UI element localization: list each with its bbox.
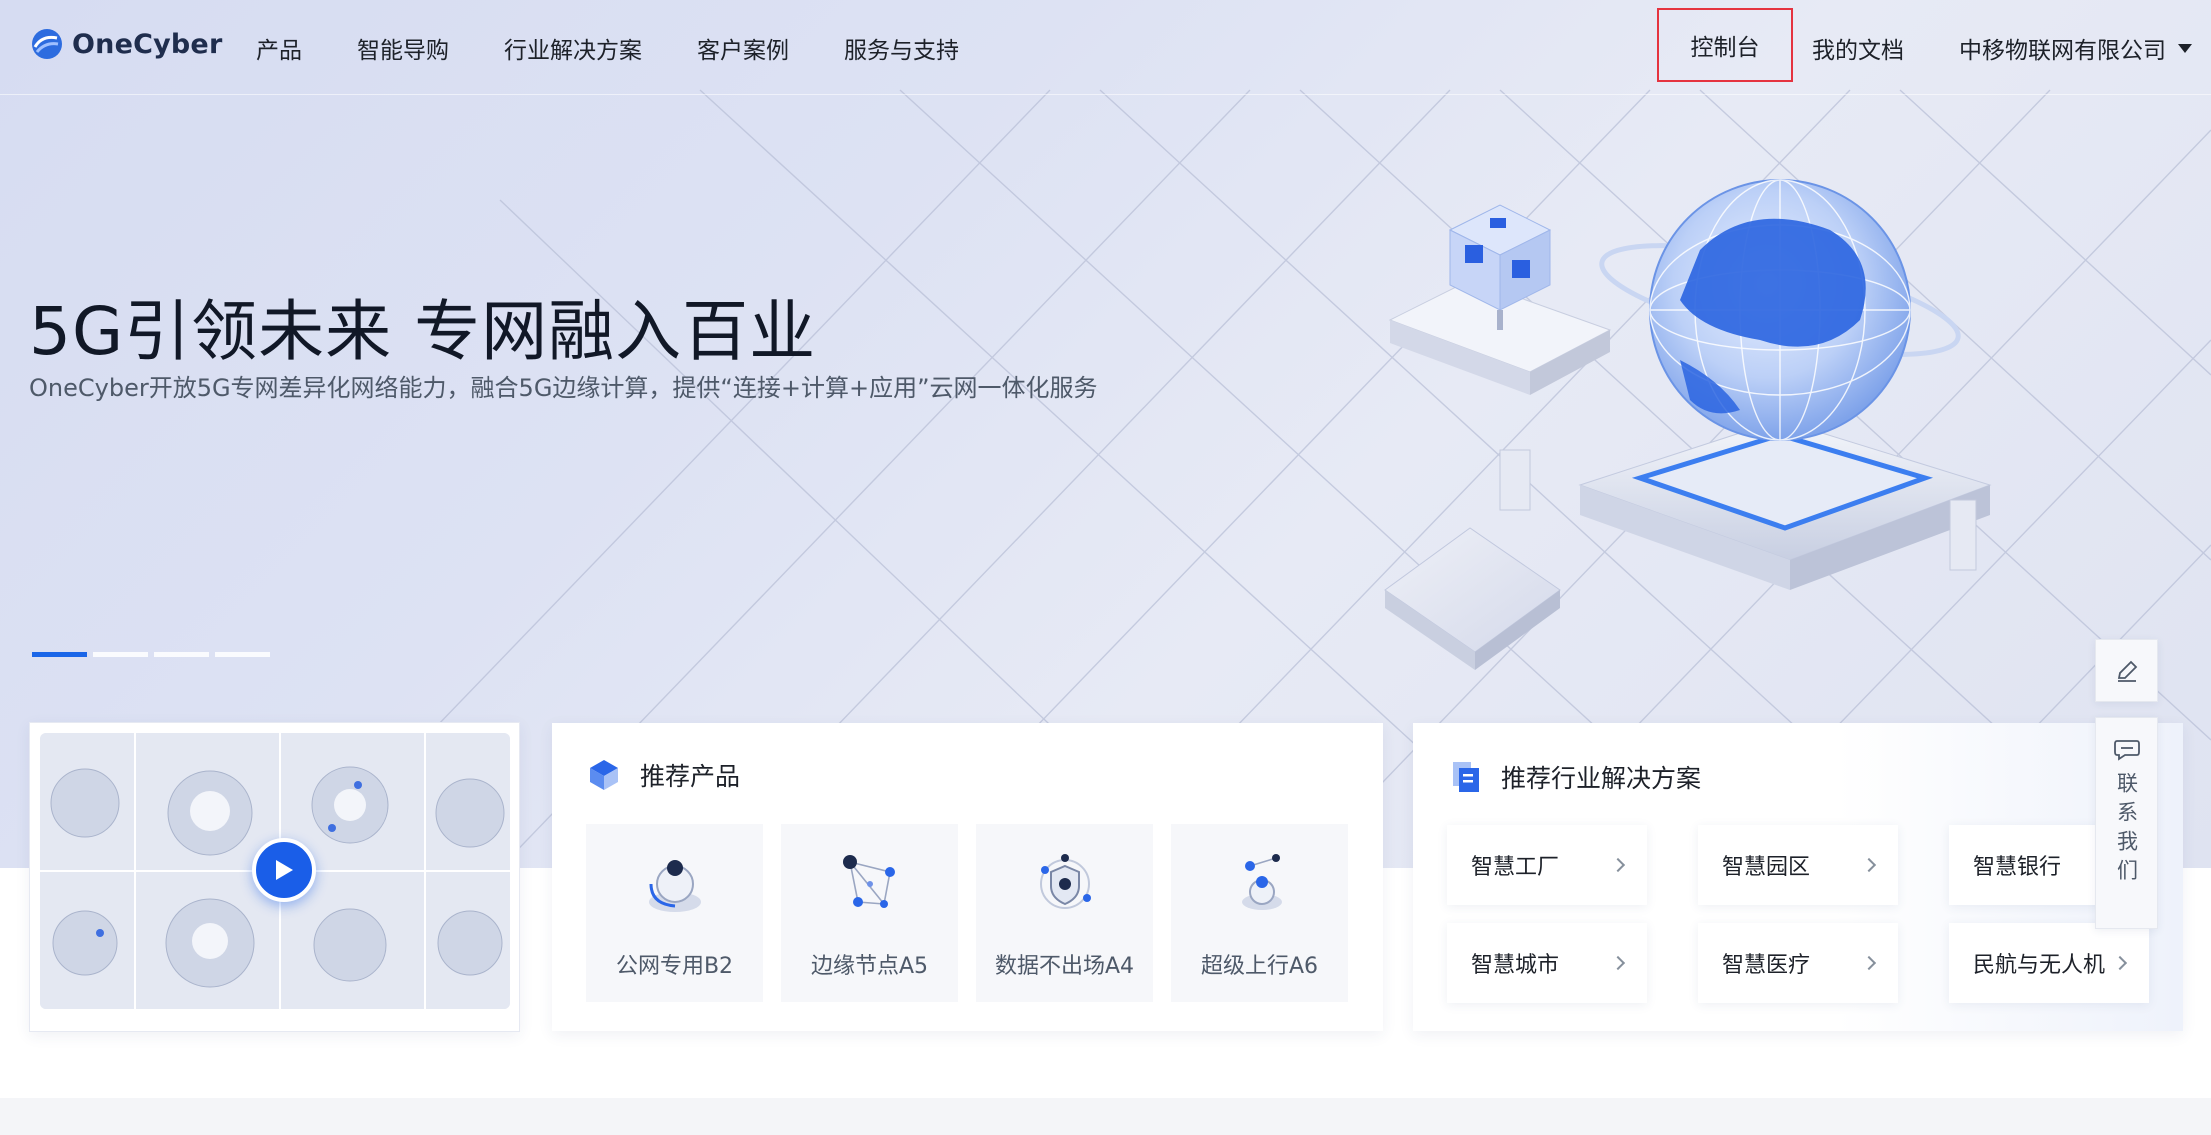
solution-label: 智慧工厂 — [1471, 855, 1560, 880]
logo-icon — [32, 29, 62, 59]
chevron-right-icon — [2112, 955, 2128, 971]
top-navbar: OneCyber 产品 智能导购 行业解决方案 客户案例 服务与支持 控制台 我… — [0, 0, 2211, 95]
solution-item[interactable]: 智慧医疗 — [1698, 923, 1898, 1003]
chevron-right-icon — [1861, 857, 1877, 873]
main-nav: 产品 智能导购 行业解决方案 客户案例 服务与支持 — [256, 0, 1014, 95]
product-cube-icon — [590, 760, 618, 790]
carousel-dot[interactable] — [93, 652, 148, 657]
caret-down-icon — [2178, 43, 2192, 53]
hero-title: 5G引领未来 专网融入百业 — [29, 293, 817, 370]
carousel-dot[interactable] — [215, 652, 270, 657]
product-item[interactable]: 数据不出场A4 — [976, 824, 1153, 1002]
chevron-right-icon — [1610, 857, 1626, 873]
contact-us-button[interactable]: 联系我们 — [2095, 717, 2158, 929]
solution-item[interactable]: 民航与无人机 — [1949, 923, 2149, 1003]
product-label: 数据不出场A4 — [994, 954, 1135, 979]
products-title: 推荐产品 — [640, 762, 741, 791]
product-item[interactable]: 超级上行A6 — [1171, 824, 1348, 1002]
my-docs-link[interactable]: 我的文档 — [1812, 31, 1904, 65]
solution-grid: 智慧工厂 智慧园区 智慧银行 智慧城市 智慧医疗 民航与无人机 — [1447, 825, 2149, 1003]
camera-device-icon — [648, 860, 701, 912]
company-name: 中移物联网有限公司 — [1959, 38, 2166, 64]
edit-icon — [2117, 660, 2137, 682]
chevron-right-icon — [1610, 955, 1626, 971]
solution-item[interactable]: 智慧园区 — [1698, 825, 1898, 905]
nav-link-industry-solutions[interactable]: 行业解决方案 — [504, 31, 642, 65]
video-card — [29, 722, 520, 1032]
nav-link-customer-cases[interactable]: 客户案例 — [697, 31, 789, 65]
upload-orb-icon — [1241, 854, 1282, 910]
company-dropdown[interactable]: 中移物联网有限公司 — [1959, 31, 2192, 65]
console-button[interactable]: 控制台 — [1657, 8, 1793, 82]
logo-text: OneCyber — [72, 28, 223, 60]
data-shield-icon — [1039, 854, 1091, 909]
hero-subtitle: OneCyber开放5G专网差异化网络能力，融合5G边缘计算，提供“连接+计算+… — [29, 374, 1098, 402]
chevron-right-icon — [1861, 955, 1877, 971]
carousel-indicators — [32, 652, 270, 657]
solution-item[interactable]: 智慧城市 — [1447, 923, 1647, 1003]
contact-us-label: 联系我们 — [2114, 772, 2139, 888]
recommended-products-card: 推荐产品 公网专用B2 边缘节点A5 数据不出场A4 超级上行A6 — [552, 723, 1383, 1031]
solution-label: 智慧医疗 — [1722, 953, 1811, 978]
solution-label: 智慧园区 — [1722, 855, 1811, 880]
video-thumbnail[interactable] — [40, 733, 510, 1009]
product-item[interactable]: 公网专用B2 — [586, 824, 763, 1002]
footer-strip — [0, 1098, 2211, 1135]
product-label: 超级上行A6 — [1200, 954, 1319, 979]
solution-item[interactable]: 智慧工厂 — [1447, 825, 1647, 905]
product-label: 公网专用B2 — [615, 954, 734, 979]
node-network-icon — [842, 855, 895, 908]
card-header: 推荐行业解决方案 — [1449, 758, 1701, 796]
product-list: 公网专用B2 边缘节点A5 数据不出场A4 超级上行A6 — [586, 824, 1348, 1002]
document-stack-icon — [1453, 762, 1479, 792]
recommended-solutions-card: 推荐行业解决方案 智慧工厂 智慧园区 智慧银行 智慧城市 智慧医疗 民航与无人机 — [1413, 723, 2183, 1031]
play-icon — [276, 860, 293, 880]
play-button[interactable] — [252, 838, 316, 902]
nav-link-service-support[interactable]: 服务与支持 — [844, 31, 959, 65]
card-header: 推荐产品 — [586, 756, 740, 794]
chat-bubble-icon — [2113, 740, 2140, 761]
carousel-dot[interactable] — [32, 652, 87, 657]
logo[interactable]: OneCyber — [30, 27, 222, 61]
feedback-button[interactable] — [2095, 639, 2158, 702]
product-label: 边缘节点A5 — [810, 954, 929, 979]
solution-label: 智慧城市 — [1471, 953, 1560, 978]
solution-label: 民航与无人机 — [1973, 953, 2106, 978]
nav-link-products[interactable]: 产品 — [256, 31, 302, 65]
product-item[interactable]: 边缘节点A5 — [781, 824, 958, 1002]
solutions-title: 推荐行业解决方案 — [1501, 764, 1702, 793]
solution-label: 智慧银行 — [1973, 855, 2062, 880]
carousel-dot[interactable] — [154, 652, 209, 657]
page: OneCyber 产品 智能导购 行业解决方案 客户案例 服务与支持 控制台 我… — [0, 0, 2211, 1135]
nav-link-smart-guide[interactable]: 智能导购 — [357, 31, 449, 65]
